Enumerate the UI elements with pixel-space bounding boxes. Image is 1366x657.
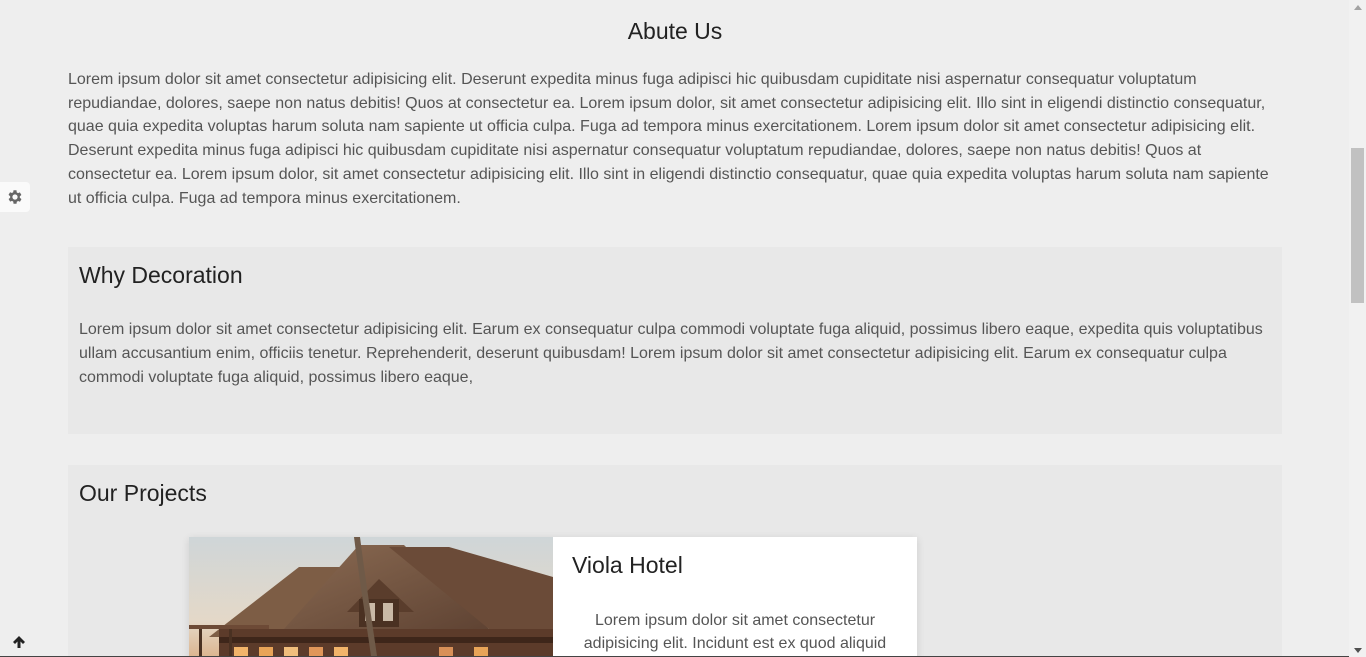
gear-icon — [8, 190, 22, 204]
scroll-up-arrow-icon[interactable] — [1349, 0, 1366, 14]
about-text: Lorem ipsum dolor sit amet consectetur a… — [68, 71, 1269, 207]
our-projects-section: Our Projects Viola Hotel Lorem ipsum dol… — [68, 465, 1282, 657]
project-card[interactable]: Viola Hotel Lorem ipsum dolor sit amet c… — [189, 537, 917, 657]
our-projects-title: Our Projects — [79, 480, 207, 506]
scroll-down-arrow-icon[interactable] — [1349, 643, 1366, 657]
hotel-image — [189, 537, 553, 657]
scrollbar-thumb[interactable] — [1351, 148, 1364, 303]
project-image — [189, 537, 553, 657]
project-body: Viola Hotel Lorem ipsum dolor sit amet c… — [553, 537, 917, 657]
vertical-scrollbar[interactable] — [1349, 0, 1366, 657]
project-title[interactable]: Viola Hotel — [572, 552, 683, 579]
about-title: Abute Us — [627, 18, 723, 44]
why-decoration-text: Lorem ipsum dolor sit amet consectetur a… — [79, 321, 1263, 386]
why-decoration-section: Why Decoration Lorem ipsum dolor sit ame… — [68, 247, 1282, 434]
why-decoration-title: Why Decoration — [79, 262, 243, 288]
page: Abute Us Lorem ipsum dolor sit amet cons… — [0, 0, 1366, 657]
back-to-top-button[interactable] — [8, 631, 30, 653]
settings-button[interactable] — [0, 182, 30, 212]
project-description: Lorem ipsum dolor sit amet consectetur a… — [583, 612, 887, 652]
arrow-up-icon — [13, 636, 25, 648]
